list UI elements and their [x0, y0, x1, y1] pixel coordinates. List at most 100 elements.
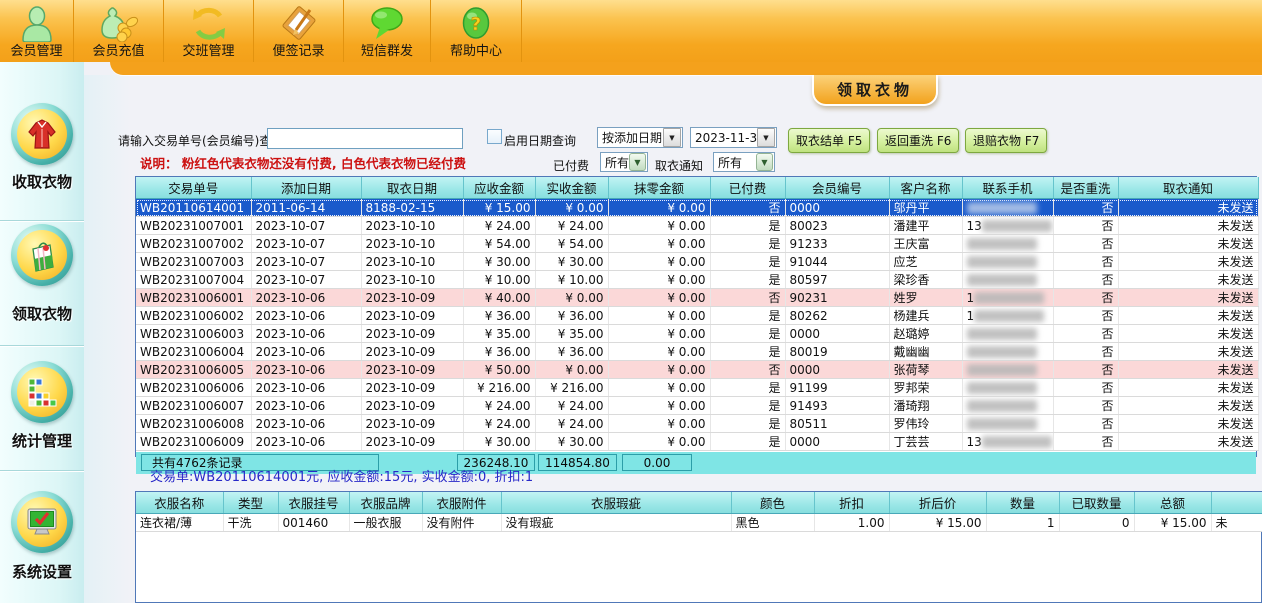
order-row[interactable]: WB202310060022023-10-062023-10-09¥ 36.00…	[136, 307, 1258, 325]
toolbar-item-6[interactable]: ?帮助中心	[431, 0, 522, 62]
return-rewash-button[interactable]: 返回重洗 F6	[877, 128, 959, 153]
chevron-down-icon[interactable]: ▼	[757, 128, 775, 147]
column-header-7[interactable]: 颜色	[731, 492, 814, 514]
chevron-down-icon[interactable]: ▼	[663, 128, 681, 147]
column-header-9[interactable]: 客户名称	[889, 177, 962, 199]
toolbar-item-label: 短信群发	[361, 44, 413, 59]
sidebar-item-4[interactable]: 系统设置	[0, 491, 84, 581]
column-header-12[interactable]: 总额	[1134, 492, 1211, 514]
cell-5: ¥ 30.00	[535, 433, 608, 451]
column-header-3[interactable]: 衣服挂号	[278, 492, 349, 514]
column-header-8[interactable]: 折扣	[814, 492, 889, 514]
cell-3: 2023-10-10	[361, 235, 463, 253]
paid-filter-select[interactable]: 所有 ▼	[600, 152, 648, 172]
cell-11: 否	[1053, 415, 1118, 433]
column-header-1[interactable]: 衣服名称	[136, 492, 223, 514]
cell-1: WB20231006004	[136, 343, 251, 361]
order-row[interactable]: WB202310060042023-10-062023-10-09¥ 36.00…	[136, 343, 1258, 361]
redacted-phone-blur	[982, 436, 1052, 448]
cell-7: 否	[710, 361, 785, 379]
pickup-settle-button[interactable]: 取衣结单 F5	[788, 128, 870, 153]
column-header-5[interactable]: 衣服附件	[422, 492, 501, 514]
notify-filter-select[interactable]: 所有 ▼	[713, 152, 775, 172]
toolbar-item-2[interactable]: 会员充值	[74, 0, 164, 62]
column-header-2[interactable]: 类型	[223, 492, 278, 514]
order-row[interactable]: WB202310060012023-10-062023-10-09¥ 40.00…	[136, 289, 1258, 307]
date-mode-select[interactable]: 按添加日期 ▼	[597, 127, 683, 148]
cell-2: 2023-10-06	[251, 307, 361, 325]
search-input[interactable]	[267, 128, 463, 149]
column-header-1[interactable]: 交易单号	[136, 177, 251, 199]
cell-3: 2023-10-09	[361, 361, 463, 379]
column-header-4[interactable]: 应收金额	[463, 177, 535, 199]
cell-5: ¥ 10.00	[535, 271, 608, 289]
order-row[interactable]: WB202310070032023-10-072023-10-10¥ 30.00…	[136, 253, 1258, 271]
order-row[interactable]: WB202310060062023-10-062023-10-09¥ 216.0…	[136, 379, 1258, 397]
column-header-12[interactable]: 取衣通知	[1118, 177, 1258, 199]
column-header-9[interactable]: 折后价	[889, 492, 986, 514]
cell-9: 赵璐婷	[889, 325, 962, 343]
sidebar-item-1[interactable]: 收取衣物	[0, 103, 84, 191]
date-picker-select[interactable]: 2023-11-30 ▼	[690, 127, 777, 148]
order-row[interactable]: WB202310060052023-10-062023-10-09¥ 50.00…	[136, 361, 1258, 379]
paid-filter-value: 所有	[601, 154, 629, 171]
cell-12: 未发送	[1118, 361, 1258, 379]
date-query-checkbox[interactable]	[487, 129, 502, 144]
order-row[interactable]: WB202310060072023-10-062023-10-09¥ 24.00…	[136, 397, 1258, 415]
member-icon	[18, 5, 56, 44]
cell-12: 未发送	[1118, 325, 1258, 343]
toolbar-item-3[interactable]: 交班管理	[164, 0, 254, 62]
cell-5: ¥ 0.00	[535, 289, 608, 307]
cell-12: 未发送	[1118, 199, 1258, 217]
cell-11: 否	[1053, 271, 1118, 289]
cell-10	[962, 397, 1053, 415]
column-header-5[interactable]: 实收金额	[535, 177, 608, 199]
cell-4: ¥ 24.00	[463, 415, 535, 433]
date-query-label: 启用日期查询	[504, 132, 576, 149]
item-row[interactable]: 连衣裙/薄干洗001460一般衣服没有附件没有瑕疵黑色1.00¥ 15.0010…	[136, 514, 1262, 532]
cell-6: ¥ 0.00	[608, 307, 710, 325]
redacted-phone-blur	[967, 418, 1037, 430]
column-header-13[interactable]	[1211, 492, 1262, 514]
order-row[interactable]: WB201106140012011-06-148188-02-15¥ 15.00…	[136, 199, 1258, 217]
column-header-8[interactable]: 会员编号	[785, 177, 889, 199]
chevron-down-icon[interactable]: ▼	[756, 153, 773, 171]
cell-12: 未发送	[1118, 217, 1258, 235]
order-row[interactable]: WB202310070042023-10-072023-10-10¥ 10.00…	[136, 271, 1258, 289]
sidebar-item-3[interactable]: 统计管理	[0, 361, 84, 450]
order-row[interactable]: WB202310060032023-10-062023-10-09¥ 35.00…	[136, 325, 1258, 343]
order-row[interactable]: WB202310060082023-10-062023-10-09¥ 24.00…	[136, 415, 1258, 433]
cell-12: 未发送	[1118, 253, 1258, 271]
column-header-11[interactable]: 已取数量	[1059, 492, 1134, 514]
refund-clothes-button[interactable]: 退赔衣物 F7	[965, 128, 1047, 153]
column-header-6[interactable]: 衣服瑕疵	[501, 492, 731, 514]
column-header-10[interactable]: 联系手机	[962, 177, 1053, 199]
order-row[interactable]: WB202310070022023-10-072023-10-10¥ 54.00…	[136, 235, 1258, 253]
column-header-11[interactable]: 是否重洗	[1053, 177, 1118, 199]
chevron-down-icon[interactable]: ▼	[629, 153, 646, 171]
sidebar-divider	[0, 470, 84, 472]
redacted-phone-blur	[974, 310, 1044, 322]
selected-order-detail: 交易单:WB20110614001元, 应收金额:15元, 实收金额:0, 折扣…	[150, 466, 533, 485]
order-row[interactable]: WB202310060092023-10-062023-10-09¥ 30.00…	[136, 433, 1258, 451]
column-header-3[interactable]: 取衣日期	[361, 177, 463, 199]
column-header-6[interactable]: 抹零金额	[608, 177, 710, 199]
column-header-4[interactable]: 衣服品牌	[349, 492, 422, 514]
column-header-2[interactable]: 添加日期	[251, 177, 361, 199]
cell-3: 2023-10-09	[361, 433, 463, 451]
cell-10	[962, 379, 1053, 397]
column-header-10[interactable]: 数量	[986, 492, 1059, 514]
toolbar-item-5[interactable]: 短信群发	[344, 0, 431, 62]
column-header-7[interactable]: 已付费	[710, 177, 785, 199]
toolbar-item-4[interactable]: 便签记录	[254, 0, 344, 62]
sidebar-item-2[interactable]: 领取衣物	[0, 224, 84, 323]
total-rounding: 0.00	[622, 454, 692, 471]
redacted-phone-blur	[974, 292, 1044, 304]
toolbar-item-1[interactable]: 会员管理	[0, 0, 74, 62]
cell-2: 2023-10-07	[251, 271, 361, 289]
cell-12: 未发送	[1118, 343, 1258, 361]
order-row[interactable]: WB202310070012023-10-072023-10-10¥ 24.00…	[136, 217, 1258, 235]
tab-collect-clothes[interactable]: 领取衣物	[812, 75, 938, 106]
phone-prefix: 1	[967, 309, 975, 323]
cell-10: 13	[962, 217, 1053, 235]
